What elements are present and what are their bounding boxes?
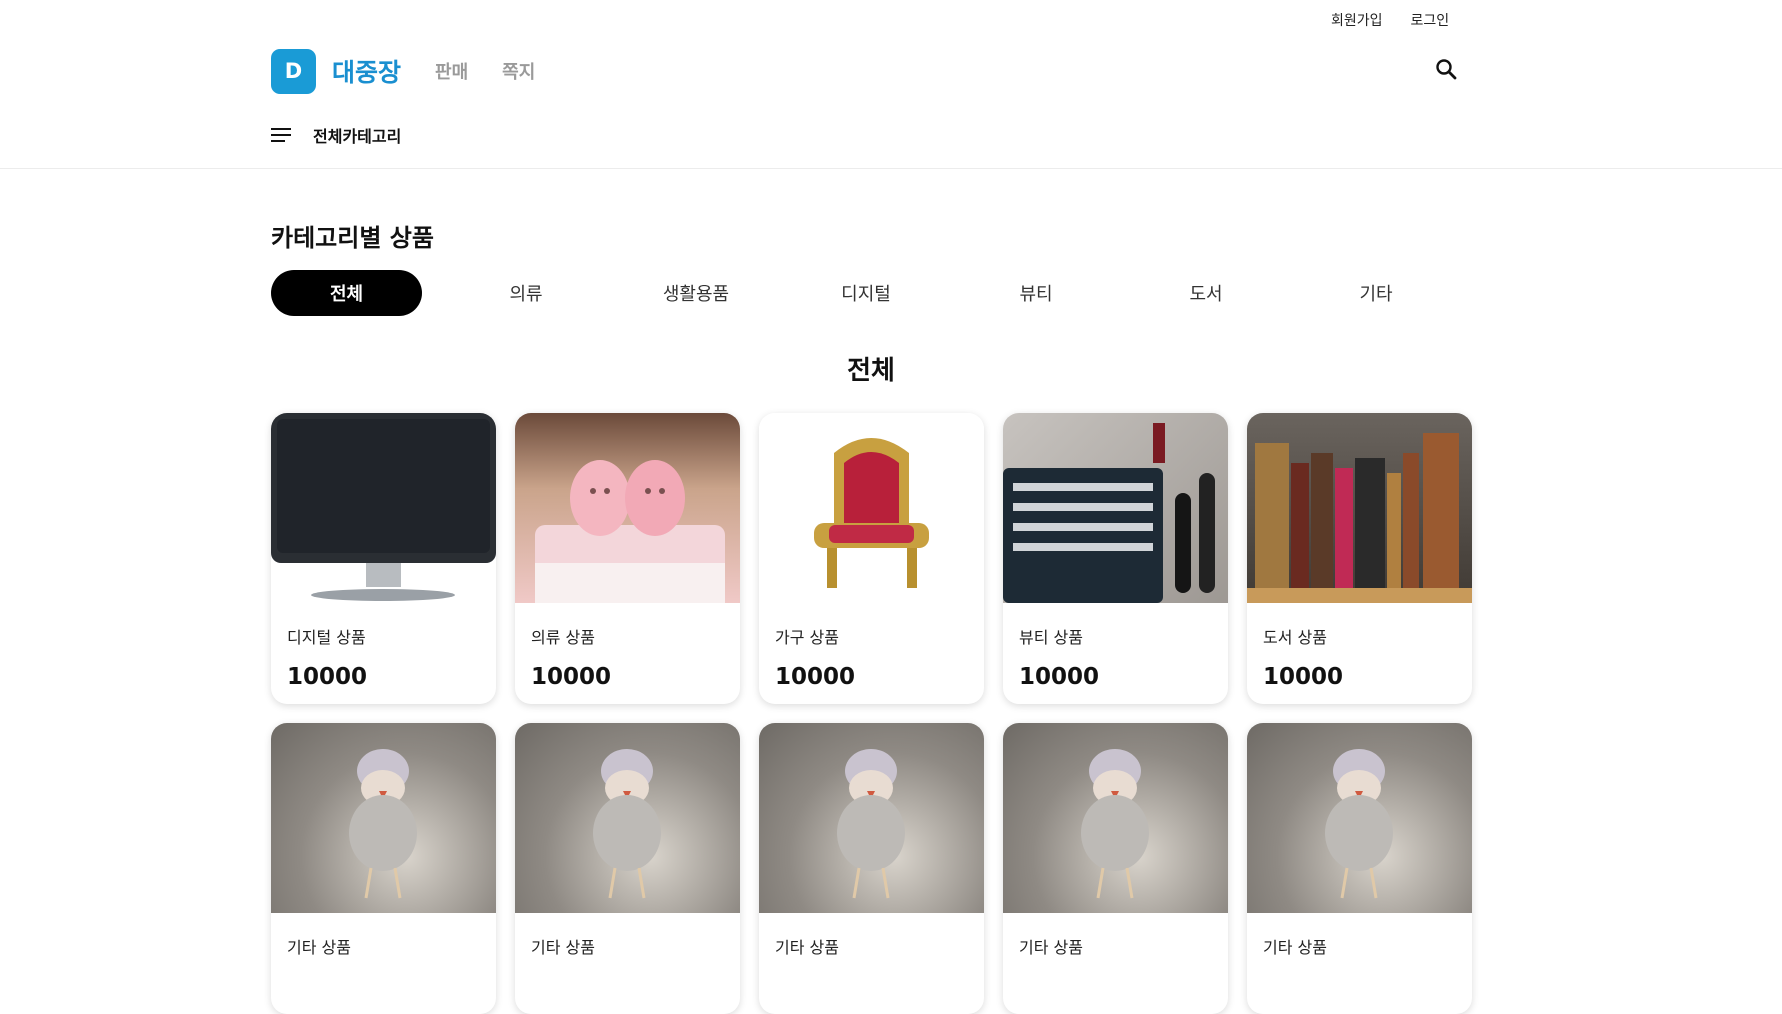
menu-icon[interactable] <box>271 127 293 143</box>
product-card[interactable]: 기타 상품 <box>271 723 496 1014</box>
product-name: 기타 상품 <box>1263 938 1327 957</box>
all-categories-menu[interactable]: 전체카테고리 <box>271 120 401 150</box>
product-price: 10000 <box>1019 664 1100 690</box>
product-name: 의류 상품 <box>531 628 595 647</box>
product-price <box>1247 958 1472 974</box>
tab-all[interactable]: 전체 <box>271 270 422 316</box>
product-image-bird-figure <box>759 723 984 913</box>
product-price: 10000 <box>775 664 856 690</box>
product-card[interactable]: 디지털 상품 10000 <box>271 413 496 704</box>
product-image-books <box>1247 413 1472 603</box>
tab-household[interactable]: 생활용품 <box>611 270 781 316</box>
product-card[interactable]: 가구 상품 10000 <box>759 413 984 704</box>
product-name: 뷰티 상품 <box>1019 628 1083 647</box>
nav-sell[interactable]: 판매 <box>435 58 468 84</box>
tab-clothing[interactable]: 의류 <box>441 270 611 316</box>
product-price: 10000 <box>1263 664 1344 690</box>
all-categories-label[interactable]: 전체카테고리 <box>313 123 401 147</box>
product-price <box>515 958 740 974</box>
section-title: 카테고리별 상품 <box>271 224 434 252</box>
tab-digital[interactable]: 디지털 <box>781 270 951 316</box>
product-card[interactable]: 기타 상품 <box>1247 723 1472 1014</box>
product-image-bird-figure <box>271 723 496 913</box>
product-card[interactable]: 기타 상품 <box>1003 723 1228 1014</box>
product-card[interactable]: 기타 상품 <box>515 723 740 1014</box>
product-name: 기타 상품 <box>531 938 595 957</box>
nav-messages[interactable]: 쪽지 <box>502 58 535 84</box>
product-image-baby-shoes <box>515 413 740 603</box>
product-price <box>1003 958 1228 974</box>
current-category-title: 전체 <box>847 356 895 386</box>
logo-icon[interactable]: D <box>271 48 316 94</box>
product-price: 10000 <box>531 664 612 690</box>
tab-etc[interactable]: 기타 <box>1291 270 1461 316</box>
signup-link[interactable]: 회원가입 <box>1331 10 1383 30</box>
product-image-bird-figure <box>1247 723 1472 913</box>
product-name: 가구 상품 <box>775 628 839 647</box>
product-name: 도서 상품 <box>1263 628 1327 647</box>
product-image-monitor <box>271 413 496 603</box>
product-name: 기타 상품 <box>287 938 351 957</box>
header-divider <box>0 168 1782 169</box>
account-links: 회원가입 로그인 <box>1331 10 1449 30</box>
product-card[interactable]: 뷰티 상품 10000 <box>1003 413 1228 704</box>
product-name: 디지털 상품 <box>287 628 366 647</box>
product-name: 기타 상품 <box>775 938 839 957</box>
login-link[interactable]: 로그인 <box>1411 10 1450 30</box>
product-price <box>271 958 496 974</box>
product-card[interactable]: 도서 상품 10000 <box>1247 413 1472 704</box>
product-image-makeup-brushes <box>1003 413 1228 603</box>
product-price <box>759 958 984 974</box>
product-card[interactable]: 의류 상품 10000 <box>515 413 740 704</box>
product-grid: 디지털 상품 10000 의류 상품 10000 가구 상품 10000 뷰티 … <box>271 413 1481 1014</box>
product-price: 10000 <box>287 664 368 690</box>
tab-beauty[interactable]: 뷰티 <box>951 270 1121 316</box>
product-card[interactable]: 기타 상품 <box>759 723 984 1014</box>
tab-books[interactable]: 도서 <box>1121 270 1291 316</box>
product-image-bird-figure <box>1003 723 1228 913</box>
top-bar: 회원가입 로그인 <box>0 0 1782 40</box>
header: D 대중장 판매 쪽지 <box>271 48 1461 94</box>
category-tabs: 전체 의류 생활용품 디지털 뷰티 도서 기타 <box>271 270 1461 316</box>
product-name: 기타 상품 <box>1019 938 1083 957</box>
search-icon[interactable] <box>1433 56 1461 84</box>
product-image-bird-figure <box>515 723 740 913</box>
product-image-chair <box>759 413 984 603</box>
brand-name[interactable]: 대중장 <box>332 53 401 89</box>
